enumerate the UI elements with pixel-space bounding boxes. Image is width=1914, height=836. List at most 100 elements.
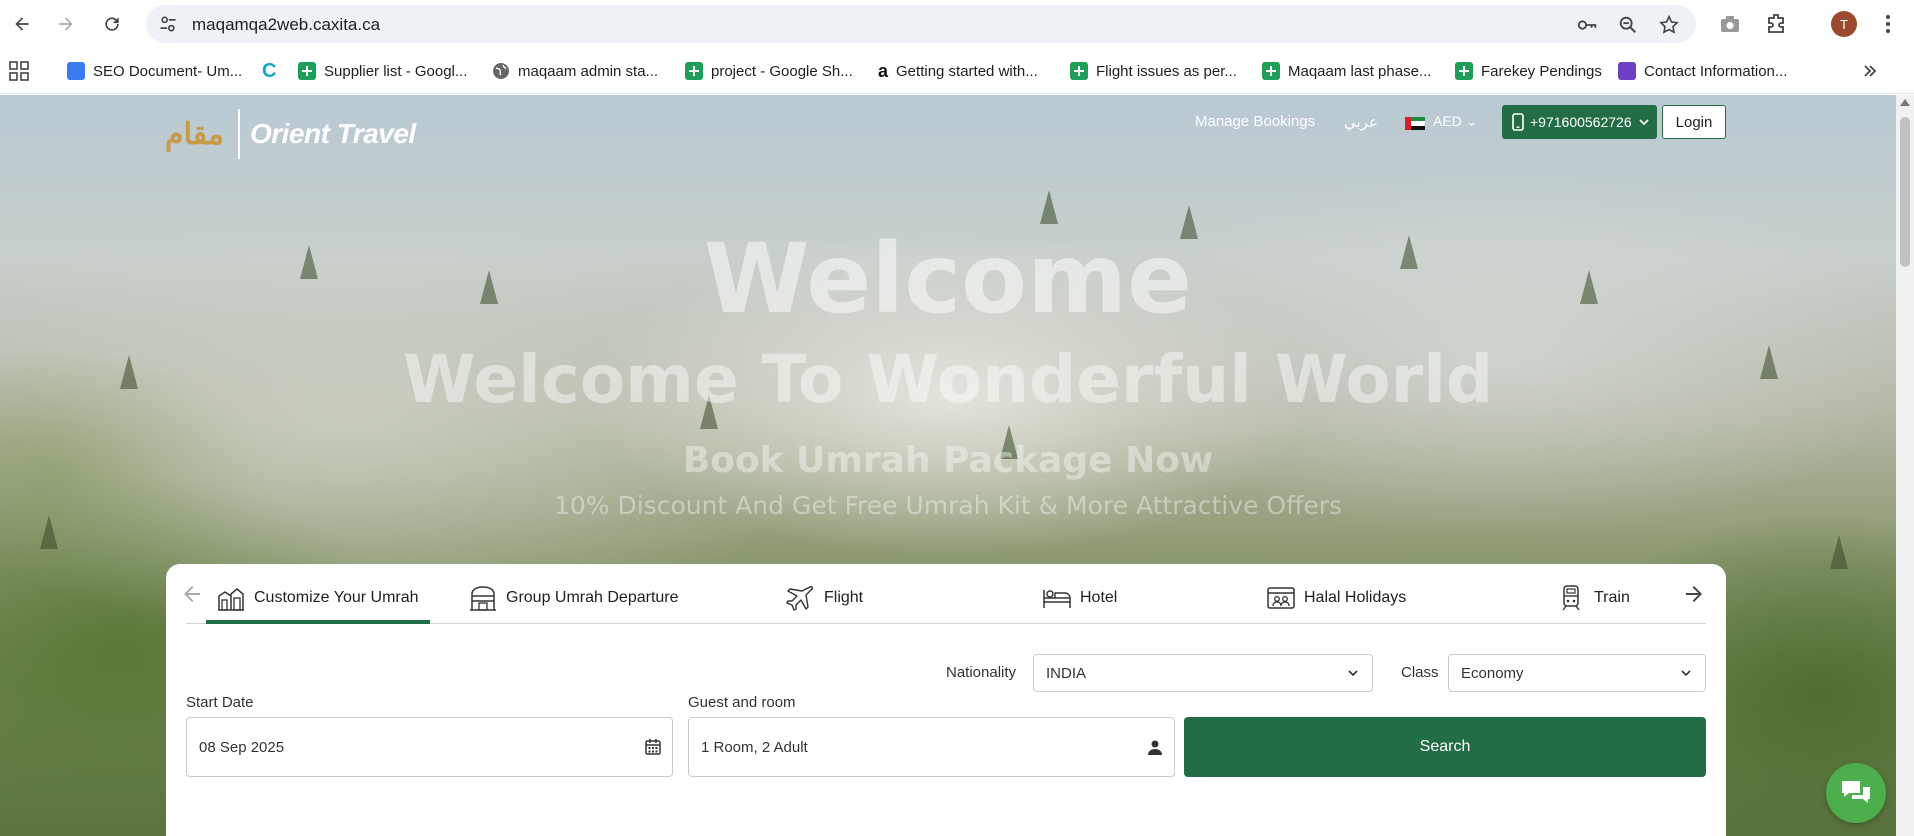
start-date-label: Start Date	[186, 694, 254, 711]
chevron-down-icon: ⌄	[1465, 113, 1478, 129]
user-icon	[1148, 740, 1162, 755]
globe-icon	[493, 63, 509, 79]
amazon-icon: a	[878, 60, 889, 81]
holidays-icon	[1267, 587, 1295, 609]
forward-button[interactable]	[52, 10, 80, 38]
chevron-double-right-icon[interactable]	[1862, 63, 1878, 79]
docs-icon	[67, 62, 85, 80]
hero-welcome: Welcome	[703, 223, 1193, 335]
maqaam-logo: مقام	[165, 116, 224, 152]
phone-button[interactable]: +971600562726	[1502, 105, 1657, 139]
bookmark-maqaam-admin[interactable]: maqaam admin sta...	[492, 59, 658, 83]
chevron-down-icon	[1681, 670, 1691, 677]
nationality-select[interactable]: INDIA	[1033, 654, 1373, 692]
tab-customize-umrah[interactable]: Customize Your Umrah	[216, 583, 419, 613]
train-icon	[1562, 585, 1580, 611]
bookmark-project[interactable]: project - Google Sh...	[685, 59, 853, 83]
forms-icon	[1618, 62, 1636, 80]
search-card: Customize Your Umrah Group Umrah Departu…	[166, 564, 1726, 836]
bookmark-label: maqaam admin sta...	[518, 62, 659, 80]
active-tab-indicator	[206, 620, 430, 624]
key-icon[interactable]	[1576, 14, 1598, 36]
tab-label: Group Umrah Departure	[506, 589, 679, 606]
page-scrollbar[interactable]	[1896, 95, 1914, 836]
extensions-icon[interactable]	[1764, 12, 1788, 36]
hero-subheading: Book Umrah Package Now	[682, 440, 1214, 481]
login-button[interactable]: Login	[1662, 105, 1726, 139]
apps-grid-icon[interactable]	[9, 61, 29, 81]
arrow-left-icon[interactable]	[180, 582, 204, 606]
start-date-input[interactable]: 08 Sep 2025	[186, 717, 673, 777]
bookmark-label: Contact Information...	[1644, 62, 1788, 80]
chat-button[interactable]	[1826, 763, 1886, 823]
bookmark-supplier-list[interactable]: Supplier list - Googl...	[298, 59, 467, 83]
tab-train[interactable]: Train	[1556, 583, 1630, 613]
page-viewport: مقام Orient Travel Manage Bookings عربي …	[0, 95, 1896, 836]
tab-halal-holidays[interactable]: Halal Holidays	[1266, 583, 1406, 613]
tree-decoration	[1830, 535, 1848, 569]
arabic-language-link[interactable]: عربي	[1344, 113, 1378, 131]
hero-headline: Welcome To Wonderful World	[402, 341, 1494, 418]
site-logo[interactable]: مقام Orient Travel	[165, 108, 416, 160]
currency-selector[interactable]: AED ⌄	[1433, 113, 1477, 130]
bookmark-maqaam-last-phase[interactable]: Maqaam last phase...	[1262, 59, 1431, 83]
tree-decoration	[40, 515, 58, 549]
nationality-label: Nationality	[946, 664, 1017, 681]
back-button[interactable]	[8, 10, 36, 38]
manage-bookings-link[interactable]: Manage Bookings	[1195, 113, 1315, 130]
bookmark-caxita[interactable]: C	[262, 59, 276, 83]
tab-label: Flight	[824, 589, 864, 606]
tab-label: Train	[1594, 589, 1630, 606]
reload-icon	[105, 17, 119, 31]
airplane-icon	[786, 585, 814, 611]
arrow-right-icon	[59, 17, 73, 31]
group-umrah-icon	[470, 586, 496, 611]
bookmark-contact-information[interactable]: Contact Information...	[1618, 59, 1787, 83]
caxita-icon: C	[262, 59, 277, 82]
calendar-icon[interactable]	[644, 738, 662, 756]
arrow-right-icon[interactable]	[1682, 582, 1706, 606]
bed-icon	[1043, 590, 1071, 608]
search-button[interactable]: Search	[1184, 717, 1706, 777]
sheets-icon	[685, 62, 703, 80]
reload-button[interactable]	[98, 10, 126, 38]
guest-room-value: 1 Room, 2 Adult	[701, 738, 808, 756]
sheets-icon	[1262, 62, 1280, 80]
scrollbar-thumb[interactable]	[1900, 117, 1910, 267]
zoom-icon[interactable]	[1617, 14, 1639, 36]
chat-icon	[1842, 781, 1870, 803]
phone-number: +971600562726	[1530, 114, 1632, 130]
bookmark-getting-started[interactable]: a Getting started with...	[878, 59, 1038, 83]
class-value: Economy	[1461, 664, 1524, 682]
mobile-phone-icon	[1512, 113, 1524, 131]
chevron-down-icon	[1348, 670, 1358, 677]
camera-icon[interactable]	[1718, 12, 1742, 36]
menu-dots-icon[interactable]	[1876, 12, 1900, 36]
tab-group-umrah-departure[interactable]: Group Umrah Departure	[468, 583, 679, 613]
class-label: Class	[1401, 664, 1439, 681]
bookmark-seo-document[interactable]: SEO Document- Um...	[67, 59, 242, 83]
bookmark-label: Maqaam last phase...	[1288, 62, 1432, 80]
bookmark-label: Getting started with...	[896, 62, 1038, 80]
sheets-icon	[298, 62, 316, 80]
star-icon[interactable]	[1658, 14, 1680, 36]
address-bar[interactable]: maqamqa2web.caxita.ca	[146, 5, 1696, 43]
uae-flag-icon[interactable]	[1405, 117, 1425, 130]
profile-avatar[interactable]: T	[1831, 11, 1857, 37]
arrow-left-icon	[15, 17, 29, 31]
logo-divider	[237, 109, 240, 159]
hero-offer-text: 10% Discount And Get Free Umrah Kit & Mo…	[553, 491, 1343, 520]
tab-hotel[interactable]: Hotel	[1042, 583, 1117, 613]
bookmark-label: Farekey Pendings	[1481, 62, 1602, 80]
guest-room-input[interactable]: 1 Room, 2 Adult	[688, 717, 1175, 777]
tab-label: Customize Your Umrah	[254, 589, 419, 606]
scroll-up-arrow[interactable]	[1900, 99, 1910, 106]
tab-flight[interactable]: Flight	[786, 583, 863, 613]
bookmarks-bar: SEO Document- Um... C Supplier list - Go…	[0, 48, 1914, 94]
class-select[interactable]: Economy	[1448, 654, 1706, 692]
bookmark-farekey-pendings[interactable]: Farekey Pendings	[1455, 59, 1602, 83]
sheets-icon	[1070, 62, 1088, 80]
bookmark-label: SEO Document- Um...	[93, 62, 243, 80]
bookmark-flight-issues[interactable]: Flight issues as per...	[1070, 59, 1237, 83]
site-info-icon	[160, 16, 176, 32]
